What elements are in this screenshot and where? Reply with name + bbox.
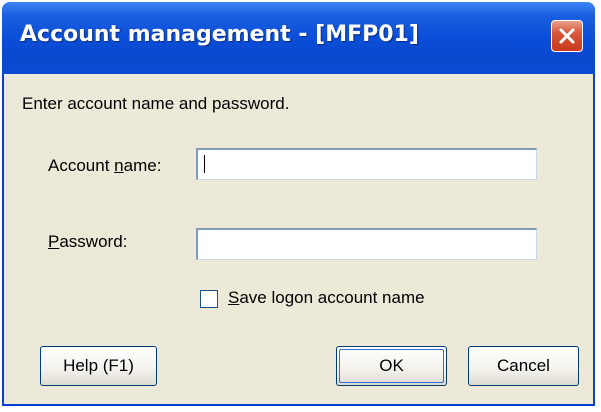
close-icon — [559, 28, 575, 44]
password-input[interactable] — [196, 228, 537, 260]
save-logon-checkbox[interactable] — [200, 290, 218, 308]
instruction-text: Enter account name and password. — [22, 94, 290, 113]
close-button[interactable] — [551, 20, 583, 52]
window-title: Account management - [MFP01] — [20, 22, 419, 47]
save-label-part: ave logon account name — [239, 288, 425, 307]
cancel-button[interactable]: Cancel — [468, 346, 579, 386]
account-name-input[interactable] — [196, 148, 537, 180]
text-caret — [204, 155, 205, 173]
help-button[interactable]: Help (F1) — [40, 346, 157, 386]
save-logon-label[interactable]: Save logon account name — [228, 288, 425, 308]
account-management-dialog: Account management - [MFP01] Enter accou… — [2, 2, 595, 406]
title-bar[interactable]: Account management - [MFP01] — [2, 2, 595, 74]
account-label-mnemonic: n — [114, 156, 124, 175]
password-label-part: assword: — [59, 232, 128, 251]
ok-button[interactable]: OK — [336, 346, 447, 386]
save-label-mnemonic: S — [228, 288, 240, 307]
password-label-mnemonic: P — [48, 232, 60, 251]
account-label-part: ame: — [123, 156, 162, 175]
account-label-part: Account — [48, 156, 115, 175]
dialog-body: Enter account name and password. Account… — [4, 74, 593, 404]
account-name-label: Account name: — [48, 156, 161, 176]
password-label: Password: — [48, 232, 127, 252]
